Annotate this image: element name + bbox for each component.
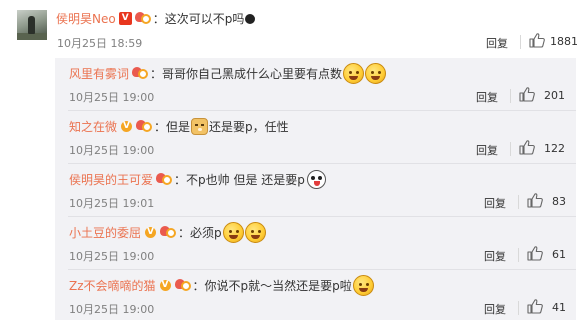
thumbs-up-icon[interactable]	[527, 193, 543, 208]
separator: ：	[178, 225, 191, 240]
main-comment: 侯明昊Neo V ： 这次可以不p吗 10月25日 18:59 回复 1881	[0, 0, 580, 58]
action-divider	[518, 301, 519, 315]
fan-badge-icon	[160, 225, 177, 239]
reply-username[interactable]: 风里有雾词	[69, 65, 129, 82]
reply-text: 你说不p就～当然还是要p啦	[204, 278, 352, 293]
thumbs-up-icon[interactable]	[519, 140, 535, 155]
grin-emoji-icon	[244, 221, 266, 243]
thumbs-up-icon[interactable]	[527, 246, 543, 261]
main-comment-time: 10月25日 18:59	[57, 37, 143, 50]
main-comment-text: 这次可以不p吗	[164, 11, 245, 26]
thumbs-up-icon[interactable]	[519, 87, 535, 102]
verified-v-icon	[120, 120, 133, 133]
reply-time: 10月25日 19:00	[69, 91, 155, 104]
reply-list: 风里有雾词 ： 哥哥你自己黑成什么心里要有点数 10月25日 19:00 回复 …	[55, 58, 576, 320]
reply-time: 10月25日 19:00	[69, 250, 155, 263]
reply-text-part1: 但是	[166, 119, 191, 134]
separator: ：	[150, 66, 163, 81]
reply-username[interactable]: 小土豆的委屈	[69, 224, 141, 241]
reply-text: 不p也帅 但是 还是要p	[186, 172, 305, 187]
action-divider	[520, 35, 521, 49]
reply-username[interactable]: 侯明昊的王可爱	[69, 171, 153, 188]
separator: ：	[174, 172, 187, 187]
fan-badge-icon	[136, 119, 153, 133]
thumbs-up-icon[interactable]	[527, 299, 543, 314]
reply-line: 小土豆的委屈 ： 必须p	[69, 221, 266, 243]
reply-button[interactable]: 回复	[486, 35, 508, 51]
reply-item: 侯明昊的王可爱 ： 不p也帅 但是 还是要p 10月25日 19:01 回复 8…	[55, 164, 576, 217]
reply-button[interactable]: 回复	[484, 248, 506, 264]
laughing-tears-emoji-icon	[343, 62, 365, 84]
thumbs-up-icon[interactable]	[529, 33, 545, 48]
grin-emoji-icon	[222, 221, 244, 243]
like-count: 122	[544, 142, 565, 155]
reply-text-part2: 还是要p，任性	[209, 119, 289, 134]
verified-v-icon: V	[118, 11, 132, 25]
verified-v-icon	[144, 226, 157, 239]
reply-line: 知之在微 ： 但是 还是要p，任性	[69, 117, 289, 135]
doge-emoji-icon	[191, 117, 209, 135]
like-count: 1881	[550, 35, 578, 48]
bomb-emoji-icon	[245, 14, 256, 24]
main-comment-username[interactable]: 侯明昊Neo	[56, 10, 116, 27]
fan-badge-icon	[156, 172, 173, 186]
like-count: 61	[552, 248, 566, 261]
reply-button[interactable]: 回复	[484, 195, 506, 211]
fan-badge-icon	[132, 66, 149, 80]
action-divider	[518, 248, 519, 262]
like-count: 41	[552, 301, 566, 314]
fan-badge-icon	[134, 11, 151, 25]
reply-item: 风里有雾词 ： 哥哥你自己黑成什么心里要有点数 10月25日 19:00 回复 …	[55, 58, 576, 111]
separator: ：	[152, 11, 165, 26]
reply-item: 知之在微 ： 但是 还是要p，任性 10月25日 19:00 回复 122	[55, 111, 576, 164]
reply-time: 10月25日 19:01	[69, 197, 155, 210]
reply-username[interactable]: 知之在微	[69, 118, 117, 135]
avatar-ground	[17, 33, 47, 40]
reply-button[interactable]: 回复	[476, 89, 498, 105]
reply-line: Zz不会嘀嘀的猫 ： 你说不p就～当然还是要p啦	[69, 274, 374, 296]
reply-item: 小土豆的委屈 ： 必须p 10月25日 19:00 回复 61	[55, 217, 576, 270]
reply-text: 哥哥你自己黑成什么心里要有点数	[162, 66, 343, 81]
reply-username[interactable]: Zz不会嘀嘀的猫	[69, 277, 156, 294]
reply-line: 风里有雾词 ： 哥哥你自己黑成什么心里要有点数	[69, 62, 387, 84]
fan-badge-icon	[174, 278, 191, 292]
like-count: 83	[552, 195, 566, 208]
reply-text: 必须p	[190, 225, 222, 240]
reply-line: 侯明昊的王可爱 ： 不p也帅 但是 还是要p	[69, 169, 326, 189]
laughing-emoji-icon	[352, 274, 374, 296]
separator: ：	[192, 278, 205, 293]
funny-face-emoji-icon	[306, 169, 326, 189]
action-divider	[510, 142, 511, 156]
laughing-tears-emoji-icon	[365, 62, 387, 84]
separator: ：	[154, 119, 167, 134]
reply-button[interactable]: 回复	[476, 142, 498, 158]
action-divider	[518, 195, 519, 209]
reply-button[interactable]: 回复	[484, 301, 506, 317]
like-count: 201	[544, 89, 565, 102]
reply-time: 10月25日 19:00	[69, 303, 155, 316]
reply-item: Zz不会嘀嘀的猫 ： 你说不p就～当然还是要p啦 10月25日 19:00 回复…	[55, 270, 576, 320]
avatar-figure	[28, 16, 35, 34]
main-comment-line: 侯明昊Neo V ： 这次可以不p吗	[56, 9, 256, 27]
avatar[interactable]	[17, 10, 47, 40]
verified-v-icon	[159, 279, 172, 292]
reply-time: 10月25日 19:00	[69, 144, 155, 157]
action-divider	[510, 89, 511, 103]
